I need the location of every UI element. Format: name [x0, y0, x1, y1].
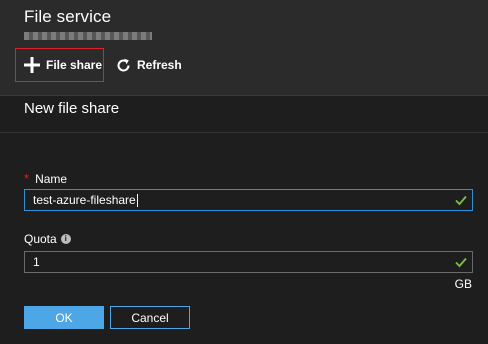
header-divider	[0, 95, 488, 96]
refresh-button[interactable]: Refresh	[112, 48, 182, 82]
refresh-icon	[114, 56, 132, 74]
quota-label-text: Quota	[24, 232, 57, 246]
page-title: File service	[24, 7, 112, 26]
required-asterisk: *	[24, 171, 30, 186]
plus-icon	[23, 56, 41, 74]
page: File service File share Refresh New file…	[0, 0, 488, 344]
info-icon[interactable]: i	[60, 234, 71, 244]
file-share-label: File share	[46, 58, 103, 72]
text-caret	[136, 193, 138, 207]
quota-field-label: Quota i	[24, 232, 71, 246]
quota-input[interactable]: 1	[24, 251, 473, 273]
name-field-label: * Name	[24, 171, 67, 186]
add-file-share-button[interactable]: File share	[15, 48, 104, 82]
refresh-label: Refresh	[137, 58, 182, 72]
command-bar: File share Refresh	[0, 48, 488, 84]
blade-header: File service File share Refresh	[0, 0, 488, 95]
redacted-subtitle	[24, 32, 152, 40]
ok-button[interactable]: OK	[24, 306, 104, 329]
panel-divider	[0, 132, 488, 133]
name-input[interactable]: test-azure-fileshare	[24, 189, 473, 211]
panel-title: New file share	[24, 100, 120, 117]
cancel-button[interactable]: Cancel	[110, 306, 190, 329]
checkmark-icon	[455, 257, 467, 268]
quota-unit: GB	[454, 277, 472, 291]
checkmark-icon	[455, 195, 467, 206]
name-label-text: Name	[35, 171, 68, 186]
quota-input-value: 1	[33, 255, 40, 269]
name-input-value: test-azure-fileshare	[33, 193, 136, 207]
